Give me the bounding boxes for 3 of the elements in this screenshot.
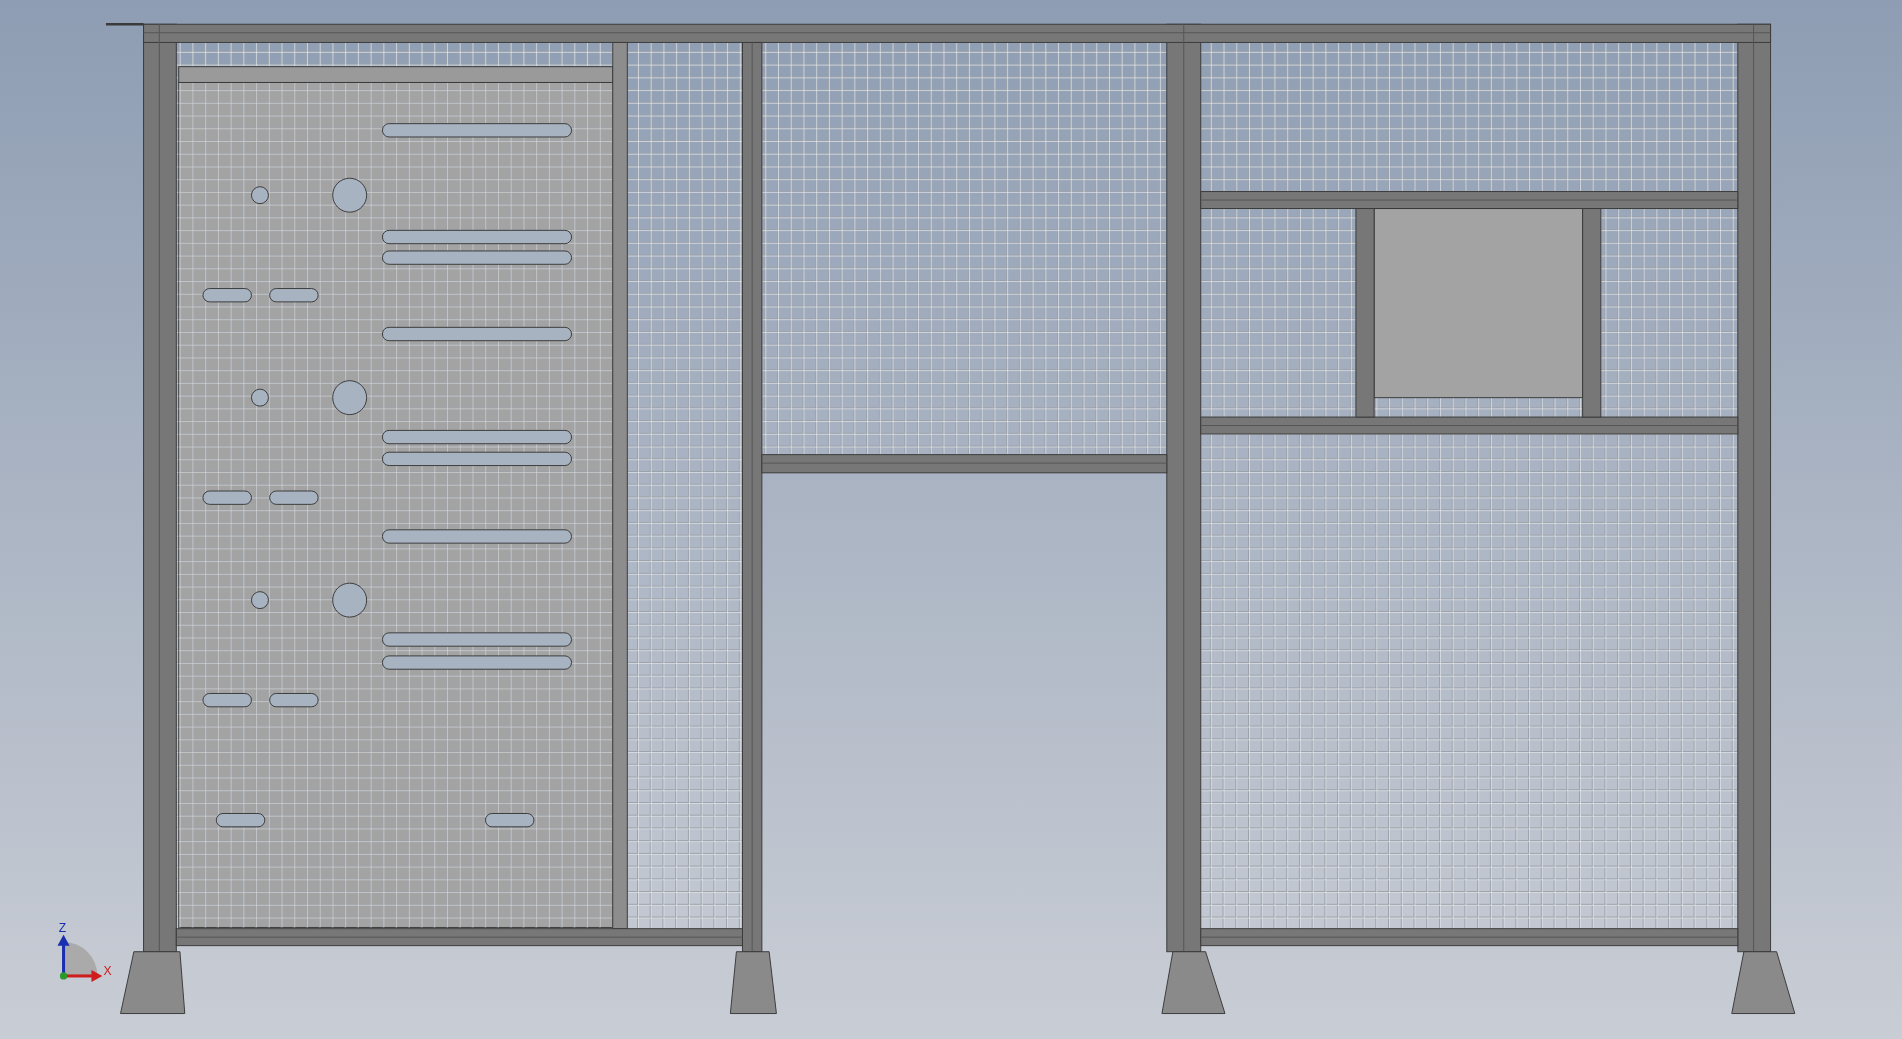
axis-label: Z <box>58 921 67 936</box>
axis-label: X <box>103 963 112 978</box>
axis-triad-icon <box>57 934 103 982</box>
